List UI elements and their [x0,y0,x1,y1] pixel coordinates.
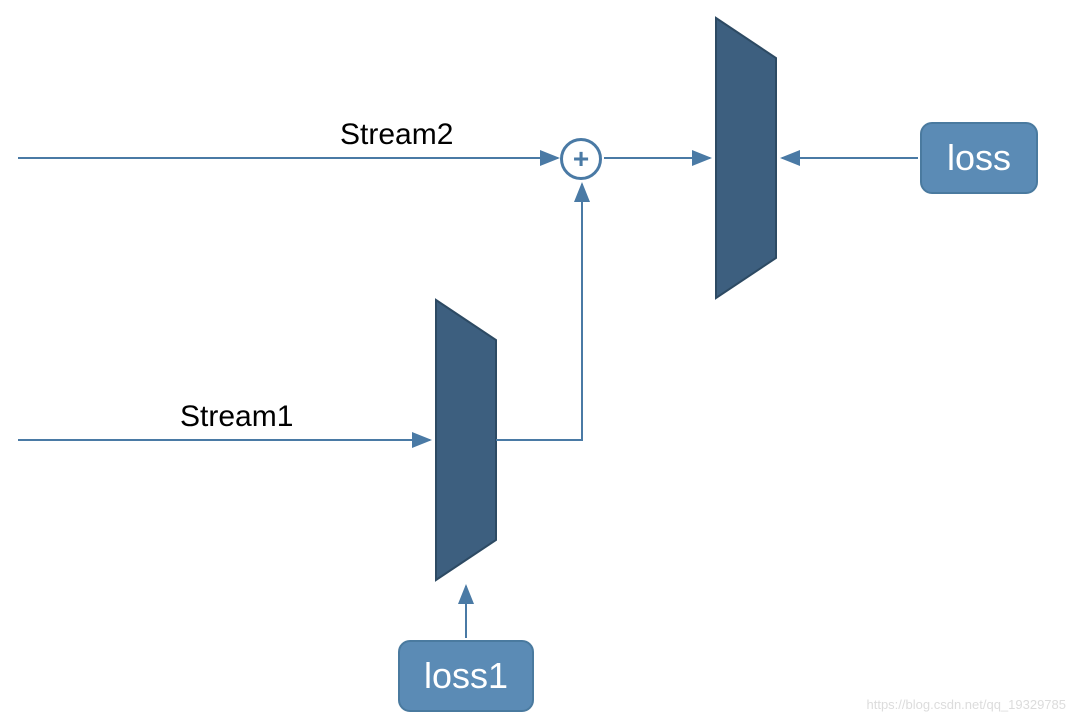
loss1-label: loss1 [424,655,508,697]
block-upper [716,18,776,298]
loss-label: loss [947,137,1011,179]
plus-label: + [573,143,589,175]
diagram-canvas [0,0,1076,718]
arrow-block-to-plus [496,184,582,440]
watermark: https://blog.csdn.net/qq_19329785 [867,697,1067,712]
loss-box: loss [920,122,1038,194]
loss1-box: loss1 [398,640,534,712]
block-lower [436,300,496,580]
plus-node: + [560,138,602,180]
stream2-label: Stream2 [340,118,453,152]
stream1-label: Stream1 [180,400,293,434]
